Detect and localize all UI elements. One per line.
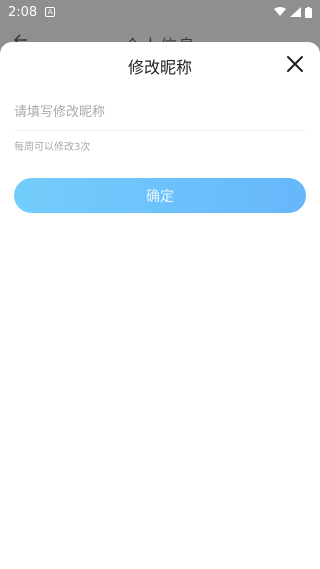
wifi-icon [274,7,286,16]
status-time: 2:08 [8,4,38,20]
limit-hint: 每周可以修改3次 [14,142,91,153]
status-bar: 2:08 A [0,0,320,24]
input-divider [14,130,306,131]
signal-icon [290,7,301,17]
battery-icon [305,6,312,18]
confirm-button[interactable]: 确定 [14,178,306,213]
status-icons [274,6,312,18]
sheet-title: 修改昵称 [127,58,192,77]
nickname-input[interactable] [14,96,304,128]
a-icon: A [45,7,56,17]
close-icon[interactable] [286,55,304,73]
edit-nickname-sheet: 修改昵称 每周可以修改3次 确定 [0,42,320,569]
